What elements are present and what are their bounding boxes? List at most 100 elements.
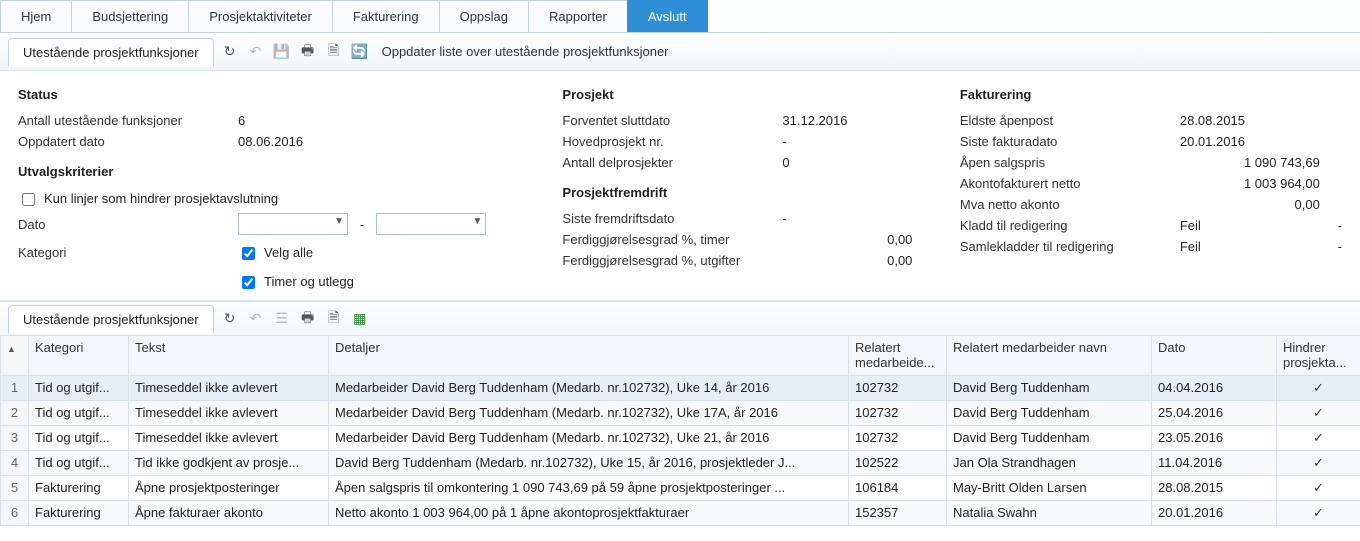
cell-detaljer: David Berg Tuddenham (Medarb. nr.102732)… <box>329 451 849 476</box>
cell-relatert-medarbeider-navn: David Berg Tuddenham <box>947 376 1152 401</box>
open-sale-value: 1 090 743,69 <box>1180 155 1320 170</box>
cell-kategori: Tid og utgif... <box>29 426 129 451</box>
cell-dato: 23.05.2016 <box>1152 426 1277 451</box>
select-all-checkbox[interactable] <box>242 247 255 260</box>
print-preview-icon[interactable]: 🗎 <box>324 42 344 62</box>
date-from-input[interactable] <box>238 213 348 235</box>
col-relatert-medarbeider-navn[interactable]: Relatert medarbeider navn <box>947 336 1152 376</box>
tab-rapporter[interactable]: Rapporter <box>528 0 628 32</box>
select-all-label: Velg alle <box>264 245 313 260</box>
cell-relatert-medarbeider-navn: May-Britt Olden Larsen <box>947 476 1152 501</box>
row-number: 2 <box>1 401 29 426</box>
last-inv-value: 20.01.2016 <box>1180 134 1300 149</box>
cell-tekst: Timeseddel ikke avlevert <box>129 401 329 426</box>
col-kategori[interactable]: Kategori <box>29 336 129 376</box>
subprojects-label: Antall delprosjekter <box>562 155 772 170</box>
table-row[interactable]: 5FaktureringÅpne prosjektposteringerÅpen… <box>1 476 1360 501</box>
date-to-input[interactable] <box>376 213 486 235</box>
draft-edit-label: Kladd til redigering <box>960 218 1170 233</box>
row-number: 5 <box>1 476 29 501</box>
timer-checkbox[interactable] <box>242 276 255 289</box>
only-blocking-label: Kun linjer som hindrer prosjektavslutnin… <box>44 191 278 206</box>
last-inv-label: Siste fakturadato <box>960 134 1170 149</box>
count-value: 6 <box>238 113 358 128</box>
tab-prosjektaktiviteter[interactable]: Prosjektaktiviteter <box>188 0 333 32</box>
export-spreadsheet-icon[interactable]: ▦ <box>350 309 370 329</box>
col-detaljer[interactable]: Detaljer <box>329 336 849 376</box>
print-icon[interactable]: 🖶 <box>298 309 318 329</box>
toolbar-top: Utestående prosjektfunksjoner ↻ ↶ 💾 🖶 🗎 … <box>0 33 1360 71</box>
expected-end-label: Forventet sluttdato <box>562 113 772 128</box>
vat-net-label: Mva netto akonto <box>960 197 1170 212</box>
last-progress-date-label: Siste fremdriftsdato <box>562 211 772 226</box>
refresh-list-icon[interactable]: 🔄 <box>350 42 370 62</box>
cell-relatert-medarbeider: 106184 <box>849 476 947 501</box>
batch-edit-value: Feil <box>1180 239 1300 254</box>
cell-tekst: Åpne fakturaer akonto <box>129 501 329 526</box>
exp-pct-value: 0,00 <box>812 253 912 268</box>
akonto-net-value: 1 003 964,00 <box>1180 176 1320 191</box>
hours-pct-label: Ferdiggjørelsesgrad %, timer <box>562 232 802 247</box>
tab-avslutt[interactable]: Avslutt <box>627 0 708 32</box>
cell-relatert-medarbeider: 152357 <box>849 501 947 526</box>
updated-value: 08.06.2016 <box>238 134 358 149</box>
cell-hindrer: ✓ <box>1277 451 1360 476</box>
col-hindrer[interactable]: Hindrer prosjekta... <box>1277 336 1360 376</box>
updated-label: Oppdatert dato <box>18 134 228 149</box>
table-row[interactable]: 4Tid og utgif...Tid ikke godkjent av pro… <box>1 451 1360 476</box>
cell-hindrer: ✓ <box>1277 376 1360 401</box>
cell-kategori: Tid og utgif... <box>29 376 129 401</box>
print-icon[interactable]: 🖶 <box>298 42 318 62</box>
subtab-outstanding[interactable]: Utestående prosjektfunksjoner <box>8 38 214 67</box>
batch-edit-value2: - <box>1322 239 1342 254</box>
cell-dato: 11.04.2016 <box>1152 451 1277 476</box>
cell-detaljer: Medarbeider David Berg Tuddenham (Medarb… <box>329 401 849 426</box>
refresh-icon[interactable]: ↻ <box>220 42 240 62</box>
tab-fakturering[interactable]: Fakturering <box>332 0 440 32</box>
subprojects-value: 0 <box>782 155 902 170</box>
hours-pct-value: 0,00 <box>812 232 912 247</box>
expected-end-value: 31.12.2016 <box>782 113 902 128</box>
grid-header-row: ▲ Kategori Tekst Detaljer Relatert medar… <box>1 336 1360 376</box>
date-separator: - <box>348 217 376 232</box>
row-number: 1 <box>1 376 29 401</box>
cell-detaljer: Åpen salgspris til omkontering 1 090 743… <box>329 476 849 501</box>
cell-kategori: Fakturering <box>29 501 129 526</box>
print-preview-icon[interactable]: 🗎 <box>324 309 344 329</box>
akonto-net-label: Akontofakturert netto <box>960 176 1170 191</box>
col-rownum[interactable]: ▲ <box>1 336 29 376</box>
table-row[interactable]: 3Tid og utgif...Timeseddel ikke avlevert… <box>1 426 1360 451</box>
cell-relatert-medarbeider: 102522 <box>849 451 947 476</box>
only-blocking-checkbox[interactable] <box>22 193 35 206</box>
cell-relatert-medarbeider: 102732 <box>849 426 947 451</box>
col-tekst[interactable]: Tekst <box>129 336 329 376</box>
cell-hindrer: ✓ <box>1277 501 1360 526</box>
cell-tekst: Timeseddel ikke avlevert <box>129 426 329 451</box>
exp-pct-label: Ferdiggjørelsesgrad %, utgifter <box>562 253 802 268</box>
save-icon: 💾 <box>272 42 292 62</box>
row-number: 6 <box>1 501 29 526</box>
undo-icon: ↶ <box>246 42 266 62</box>
col-relatert-medarbeider[interactable]: Relatert medarbeide... <box>849 336 947 376</box>
table-row[interactable]: 6FaktureringÅpne fakturaer akontoNetto a… <box>1 501 1360 526</box>
content-panel: Status Antall utestående funksjoner 6 Op… <box>0 71 1360 301</box>
open-sale-label: Åpen salgspris <box>960 155 1170 170</box>
table-row[interactable]: 2Tid og utgif...Timeseddel ikke avlevert… <box>1 401 1360 426</box>
table-row[interactable]: 1Tid og utgif...Timeseddel ikke avlevert… <box>1 376 1360 401</box>
cell-dato: 04.04.2016 <box>1152 376 1277 401</box>
row-number: 3 <box>1 426 29 451</box>
refresh-list-label[interactable]: Oppdater liste over utestående prosjektf… <box>376 44 669 59</box>
progress-title: Prosjektfremdrift <box>562 185 929 200</box>
tab-hjem[interactable]: Hjem <box>0 0 72 32</box>
refresh-icon[interactable]: ↻ <box>220 309 240 329</box>
criteria-title: Utvalgskriterier <box>18 164 532 179</box>
date-label: Dato <box>18 217 228 232</box>
cell-relatert-medarbeider-navn: Natalia Swahn <box>947 501 1152 526</box>
subtab-grid[interactable]: Utestående prosjektfunksjoner <box>8 305 214 334</box>
tab-budsjettering[interactable]: Budsjettering <box>71 0 189 32</box>
cell-detaljer: Netto akonto 1 003 964,00 på 1 åpne akon… <box>329 501 849 526</box>
col-dato[interactable]: Dato <box>1152 336 1277 376</box>
tab-oppslag[interactable]: Oppslag <box>439 0 529 32</box>
invoicing-title: Fakturering <box>960 87 1342 102</box>
cell-tekst: Åpne prosjektposteringer <box>129 476 329 501</box>
